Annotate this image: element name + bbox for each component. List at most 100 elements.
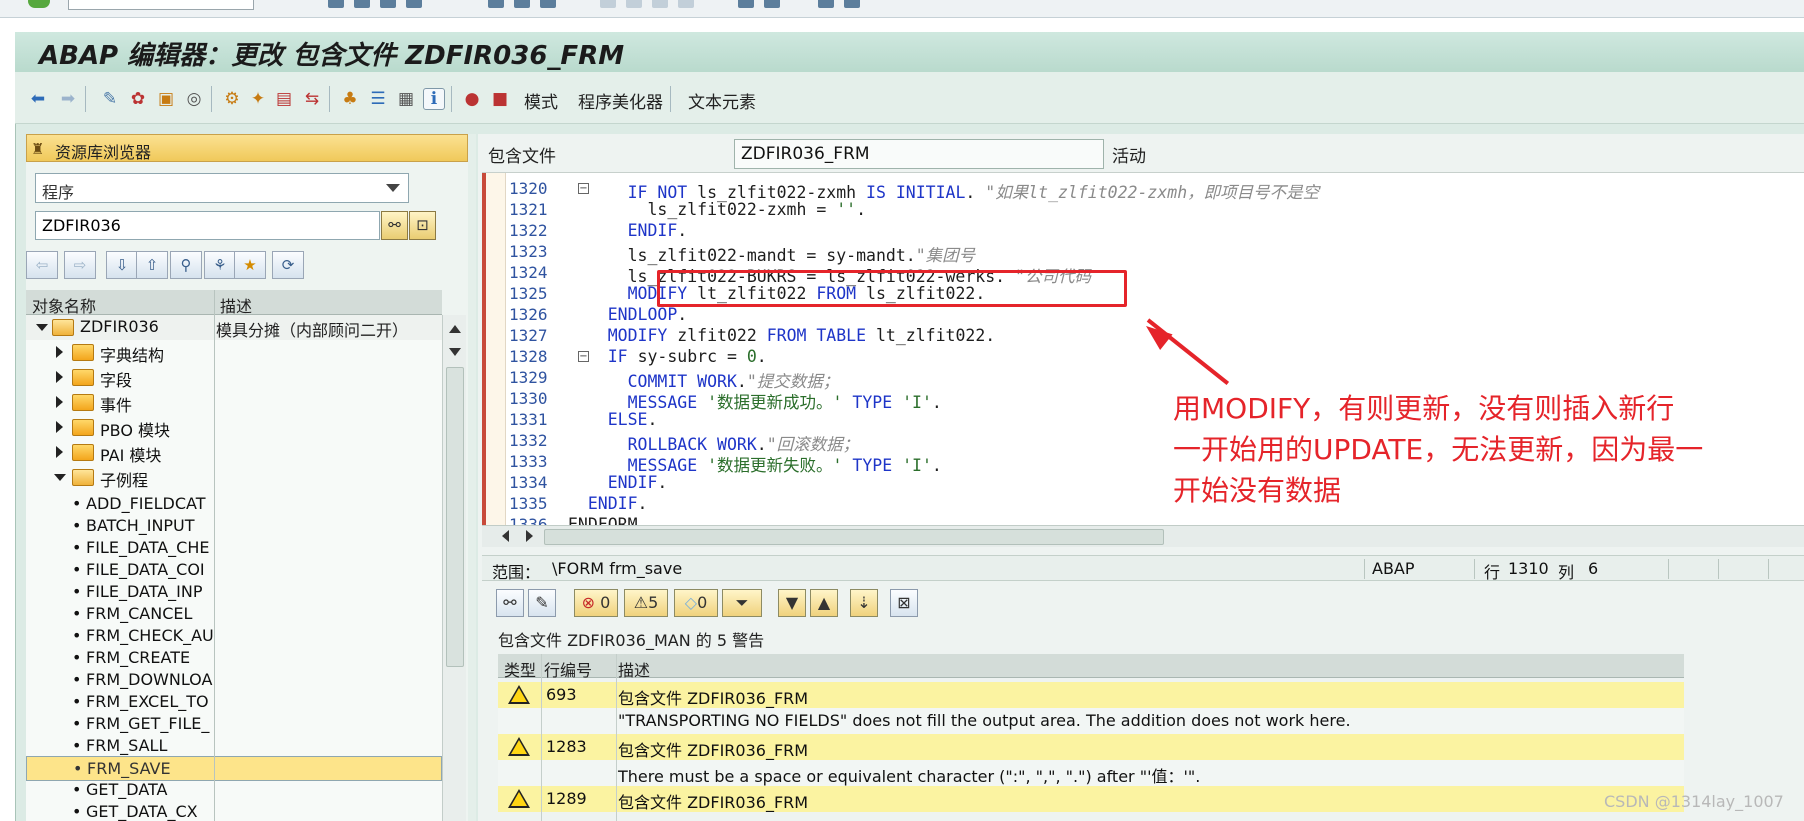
enter-icon[interactable] (28, 0, 50, 8)
collapse-all-icon[interactable]: ⇧ (136, 251, 168, 279)
next-object-icon[interactable]: ⇨ (64, 251, 96, 279)
activate-icon[interactable]: ◎ (183, 88, 205, 110)
code-line[interactable]: IF sy-subrc = 0. (568, 347, 767, 366)
tree-scrollbar[interactable] (442, 315, 466, 821)
code-line[interactable]: ENDIF. (568, 221, 688, 240)
save-icon[interactable] (328, 0, 344, 8)
first-page-icon[interactable] (600, 0, 616, 8)
info-filter-button[interactable]: ◇0 (674, 589, 718, 617)
scroll-up-icon[interactable] (449, 325, 461, 333)
message-desc: 包含文件 ZDFIR036_FRM (618, 741, 809, 760)
hierarchy-icon[interactable]: ♣ (339, 88, 361, 110)
tree-node[interactable]: PBO 模块 (26, 415, 442, 440)
hscroll-thumb[interactable] (544, 529, 1164, 545)
check-icon[interactable]: ▣ (155, 88, 177, 110)
warnings-filter-button[interactable]: ⚠5 (624, 589, 668, 617)
collapse-icon[interactable] (36, 324, 48, 331)
repository-browser-header[interactable]: ♜ 资源库浏览器 (26, 134, 468, 162)
text-elements-button[interactable]: 文本元素 (688, 88, 756, 113)
mode-button[interactable]: 模式 (524, 88, 558, 113)
new-session-icon[interactable] (738, 0, 754, 8)
object-type-select[interactable]: 程序 (35, 173, 409, 203)
display-object-list-icon[interactable]: ▦ (395, 88, 417, 110)
expand-all-icon[interactable]: ⇩ (106, 251, 138, 279)
tree-leaf[interactable]: • GET_DATA_CX (26, 800, 442, 821)
tree-leaf-label: FRM_SAVE (87, 759, 171, 778)
test-icon[interactable]: ⚙ (221, 88, 243, 110)
close-list-icon[interactable]: ⊠ (890, 589, 918, 617)
collapse-icon[interactable] (54, 474, 66, 481)
favorites-star-icon[interactable]: ★ (234, 251, 266, 279)
tree-root[interactable]: ZDFIR036 模具分摊（内部顾问二开） (26, 315, 442, 340)
expand-icon[interactable] (56, 371, 63, 383)
expand-icon[interactable] (56, 421, 63, 433)
refresh-icon[interactable]: ⊡ (409, 211, 436, 240)
shortcut-icon[interactable] (764, 0, 780, 8)
code-line[interactable]: ENDLOOP. (568, 305, 687, 324)
detail-glasses-icon[interactable]: ⚯ (496, 589, 524, 617)
find-icon[interactable] (514, 0, 530, 8)
scroll-down-icon[interactable] (449, 348, 461, 356)
scroll-right-icon[interactable] (526, 530, 533, 542)
command-field[interactable] (68, 0, 254, 10)
object-list-icon[interactable]: ▤ (273, 88, 295, 110)
pretty-printer-button[interactable]: 程序美化器 (578, 88, 663, 113)
message-row[interactable]: 1283 包含文件 ZDFIR036_FRM (498, 734, 1684, 760)
navigation-window-icon[interactable]: ⇆ (301, 88, 323, 110)
sort-down-icon[interactable]: ▼ (778, 589, 806, 617)
sort-up-icon[interactable]: ▲ (810, 589, 838, 617)
tree-node[interactable]: 事件 (26, 390, 442, 415)
pretty-print-icon[interactable]: ☰ (367, 88, 389, 110)
scroll-thumb[interactable] (446, 367, 464, 667)
filter-icon[interactable]: ⏷ (722, 589, 762, 617)
message-row[interactable]: 693 包含文件 ZDFIR036_FRM (498, 682, 1684, 708)
cancel-icon[interactable] (406, 0, 422, 8)
breakpoint-icon[interactable]: ● (461, 88, 483, 110)
edit-pencil-icon[interactable]: ✎ (528, 589, 556, 617)
message-row[interactable]: 1289 包含文件 ZDFIR036_FRM (498, 786, 1684, 812)
code-line[interactable]: ls_zlfit022-zxmh = ''. (568, 200, 866, 219)
last-page-icon[interactable] (678, 0, 694, 8)
display-change-icon[interactable]: ✎ (99, 88, 121, 110)
help-icon[interactable] (818, 0, 834, 8)
print-icon[interactable] (488, 0, 504, 8)
object-name-input[interactable]: ZDFIR036 (35, 211, 380, 240)
expand-icon[interactable] (56, 396, 63, 408)
line-number: 1333 (509, 452, 548, 471)
sync-icon[interactable]: ⟳ (272, 251, 304, 279)
prev-page-icon[interactable] (626, 0, 642, 8)
other-object-icon[interactable]: ✿ (127, 88, 149, 110)
back-icon[interactable] (354, 0, 370, 8)
hierarchy-tree-icon[interactable]: ⚘ (204, 251, 236, 279)
pane-splitter[interactable] (468, 134, 476, 821)
tree-node[interactable]: 字典结构 (26, 340, 442, 365)
expand-icon[interactable] (56, 346, 63, 358)
find-next-icon[interactable] (540, 0, 556, 8)
info-icon[interactable]: ℹ (423, 88, 445, 110)
scroll-left-icon[interactable] (502, 530, 509, 542)
errors-filter-button[interactable]: ⊗ 0 (574, 589, 618, 617)
line-number: 1326 (509, 305, 548, 324)
forward-arrow-icon[interactable]: ➡ (57, 88, 79, 110)
tree-node[interactable]: 子例程 (26, 465, 442, 490)
info-count: 0 (697, 593, 708, 612)
code-line[interactable]: ELSE. (568, 410, 658, 429)
exit-icon[interactable] (380, 0, 396, 8)
code-line[interactable]: ENDIF. (568, 473, 668, 492)
editor-hscrollbar[interactable] (482, 525, 1804, 547)
where-used-icon[interactable]: ✦ (247, 88, 269, 110)
pin-icon[interactable]: ⇣ (850, 589, 878, 617)
tree-node[interactable]: 字段 (26, 365, 442, 390)
stop-icon[interactable]: ■ (489, 88, 511, 110)
layout-icon[interactable] (844, 0, 860, 8)
code-line[interactable]: MODIFY zlfit022 FROM TABLE lt_zlfit022. (568, 326, 995, 345)
display-glasses-icon[interactable]: ⚯ (381, 211, 408, 240)
prev-object-icon[interactable]: ⇦ (26, 251, 58, 279)
back-arrow-icon[interactable]: ⬅ (27, 88, 49, 110)
code-line[interactable]: ENDIF. (568, 494, 648, 513)
chevron-down-icon[interactable] (386, 184, 400, 192)
next-page-icon[interactable] (652, 0, 668, 8)
expand-icon[interactable] (56, 446, 63, 458)
binoculars-icon[interactable]: ⚲ (170, 251, 202, 279)
tree-node[interactable]: PAI 模块 (26, 440, 442, 465)
